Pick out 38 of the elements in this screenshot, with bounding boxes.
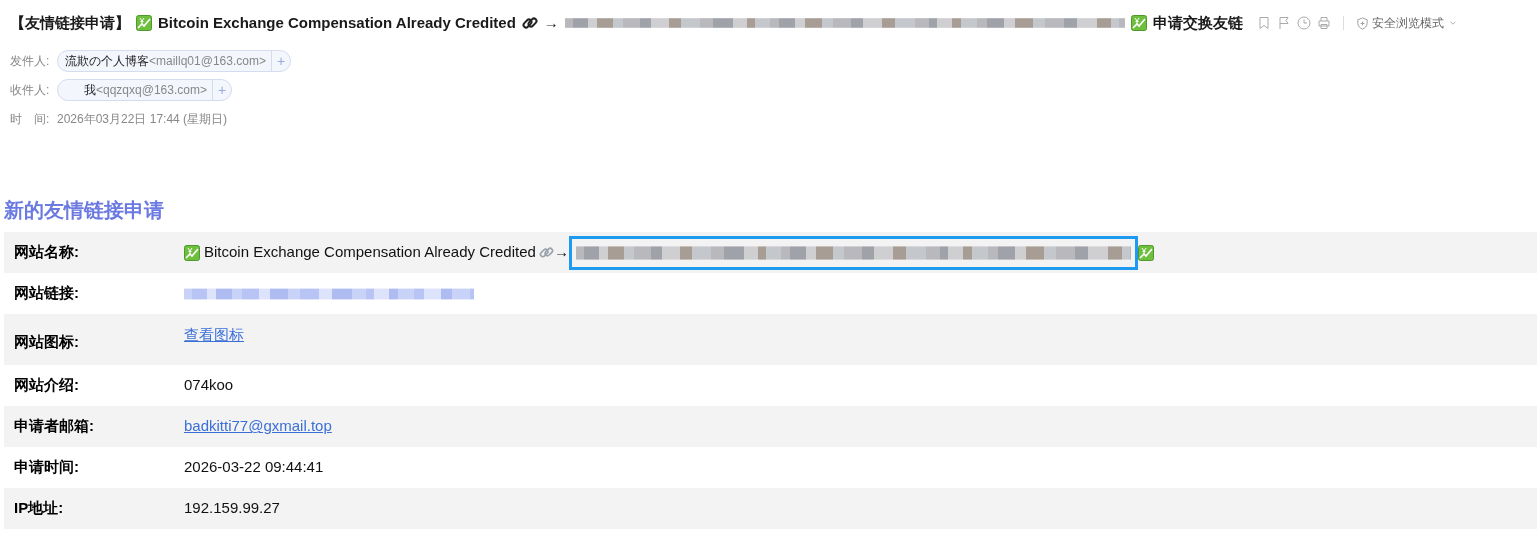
flag-icon[interactable] [1276,16,1291,30]
link[interactable]: 查看图标 [184,324,244,347]
site-name: Bitcoin Exchange Compensation Already Credited [204,242,536,263]
row-label: 网站名称: [13,242,80,263]
link-icon [538,245,554,260]
chart-icon [136,15,152,31]
subject-title: Bitcoin Exchange Compensation Already Credited [158,12,516,33]
row-value: 2026-03-22 09:44:41 [184,457,324,478]
section-heading: 新的友情链接申请 [4,198,165,223]
field-label: 收件人: [10,81,51,99]
safe-browsing-dropdown[interactable]: 安全浏览模式 [1355,14,1457,32]
bookmark-icon[interactable] [1256,16,1271,30]
print-icon[interactable] [1316,16,1331,30]
row-value: 192.159.99.27 [184,498,280,519]
chart-icon [1130,15,1147,31]
row-label: IP地址: [13,498,65,519]
subject-arrow: → [543,12,559,33]
subject-prefix: 【友情链接申请】 [10,12,130,33]
link-icon [521,15,538,31]
arrow-text: → [553,242,569,263]
contact-chip[interactable]: 流欺の个人博客<maillq01@163.com> + [57,49,292,72]
caret-icon [1448,19,1457,27]
subject-suffix: 申请交换友链 [1152,12,1243,33]
field-label: 发件人: [10,52,51,70]
field-label: 时 间: [10,110,51,128]
row-label: 网站图标: [13,331,80,352]
row-label: 网站介绍: [13,375,80,396]
shield-icon [1355,16,1369,30]
row-value: 074koo [184,375,234,396]
sent-time: 2026年03月22日 17:44 (星期日) [57,110,228,128]
row-label: 申请时间: [13,457,80,478]
clock-icon[interactable] [1296,16,1311,30]
link[interactable]: badkitti77@gxmail.top [184,415,332,438]
contact-chip[interactable]: 我<qqzqxq@163.com> + [57,78,233,101]
row-label: 网站链接: [13,283,80,304]
row-label: 申请者邮箱: [13,416,95,437]
chart-icon [184,244,200,261]
chart-icon [1137,244,1154,261]
